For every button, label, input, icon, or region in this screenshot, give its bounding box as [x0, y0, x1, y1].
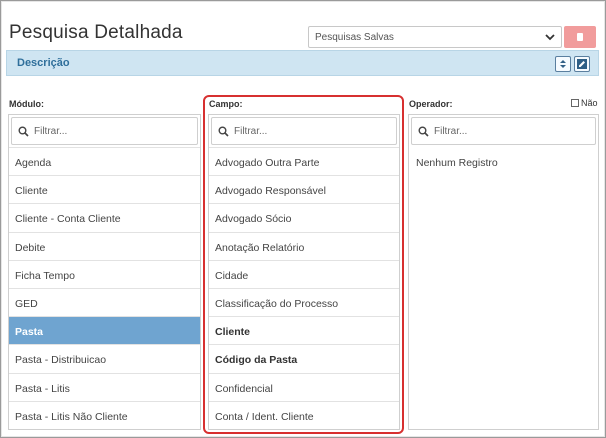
operador-panel: Filtrar... Nenhum Registro [408, 114, 599, 430]
modulo-list-item[interactable]: Debite [9, 231, 200, 260]
campo-panel: Filtrar... Advogado Outra Parte Advogado … [208, 114, 400, 430]
modulo-list-item[interactable]: Pasta - Litis [9, 372, 200, 401]
operador-filter-input[interactable]: Filtrar... [411, 117, 596, 145]
modulo-list-item[interactable]: GED [9, 287, 200, 316]
modulo-list-item[interactable]: Agenda [9, 147, 200, 175]
sort-icon [560, 60, 566, 68]
campo-list-item[interactable]: Conta / Ident. Cliente [209, 400, 399, 429]
description-bar[interactable]: Descrição [6, 50, 599, 76]
operador-label: Operador: [409, 99, 453, 109]
campo-list-item[interactable]: Confidencial [209, 372, 399, 401]
search-icon [418, 126, 429, 137]
search-icon [18, 126, 29, 137]
search-icon [218, 126, 229, 137]
sort-toggle-button[interactable] [555, 56, 571, 72]
edit-icon [577, 59, 587, 69]
empty-state-text: Nenhum Registro [416, 157, 498, 169]
modulo-filter-placeholder: Filtrar... [34, 126, 68, 137]
campo-list-item[interactable]: Anotação Relatório [209, 231, 399, 260]
modulo-panel: Filtrar... Agenda Cliente Cliente - Conta … [8, 114, 201, 430]
edit-button[interactable] [574, 56, 590, 72]
nao-checkbox-box[interactable] [571, 99, 579, 107]
modulo-label: Módulo: [9, 99, 44, 109]
campo-list: Advogado Outra Parte Advogado Responsável… [209, 147, 399, 429]
operador-filter-placeholder: Filtrar... [434, 126, 468, 137]
trash-icon [577, 33, 583, 41]
modulo-list-item[interactable]: Pasta - Litis Não Cliente [9, 400, 200, 429]
campo-label: Campo: [209, 99, 243, 109]
saved-searches-value: Pesquisas Salvas [315, 32, 394, 43]
campo-list-item[interactable]: Cidade [209, 259, 399, 288]
modulo-list-item[interactable]: Cliente [9, 175, 200, 203]
saved-searches-select[interactable]: Pesquisas Salvas [308, 26, 562, 48]
nao-checkbox[interactable]: Não [571, 98, 598, 108]
delete-search-button[interactable] [564, 26, 596, 48]
campo-list-item[interactable]: Cliente [209, 316, 399, 344]
page-title: Pesquisa Detalhada [9, 22, 183, 43]
campo-filter-input[interactable]: Filtrar... [211, 117, 397, 145]
modulo-filter-input[interactable]: Filtrar... [11, 117, 198, 145]
modulo-list-item[interactable]: Ficha Tempo [9, 259, 200, 288]
modulo-list-item[interactable]: Pasta - Distribuicao [9, 344, 200, 372]
campo-list-item[interactable]: Advogado Responsável [209, 175, 399, 203]
nao-checkbox-label: Não [581, 98, 598, 108]
chevron-down-icon [545, 34, 555, 41]
campo-list-item[interactable]: Classificação do Processo [209, 287, 399, 316]
campo-list-item[interactable]: Advogado Outra Parte [209, 147, 399, 175]
description-label: Descrição [17, 57, 70, 69]
campo-list-item[interactable]: Advogado Sócio [209, 203, 399, 231]
modulo-list: Agenda Cliente Cliente - Conta Cliente Debi… [9, 147, 200, 429]
campo-list-item[interactable]: Código da Pasta [209, 344, 399, 372]
campo-filter-placeholder: Filtrar... [234, 126, 268, 137]
modulo-list-item[interactable]: Pasta [9, 316, 200, 345]
modulo-list-item[interactable]: Cliente - Conta Cliente [9, 203, 200, 231]
